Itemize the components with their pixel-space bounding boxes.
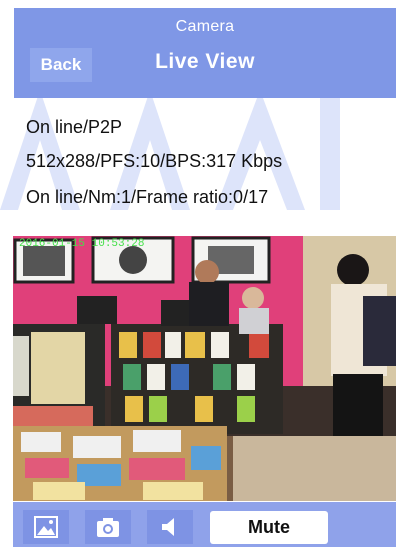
camera-icon <box>97 518 119 537</box>
app-header: Camera Back Live View <box>14 8 396 98</box>
live-video-feed[interactable]: 2016-01-15 10:53:28 <box>13 236 396 501</box>
speaker-icon <box>162 518 174 536</box>
header-subtitle: Camera <box>175 18 235 35</box>
stream-stats: 512x288/PFS:10/BPS:317 Kbps <box>26 151 283 171</box>
video-frame <box>13 236 396 501</box>
mute-button[interactable]: Mute <box>210 511 328 544</box>
snapshot-button[interactable] <box>85 510 131 544</box>
audio-button[interactable] <box>147 510 193 544</box>
frame-ratio-status: On line/Nm:1/Frame ratio:0/17 <box>26 187 269 207</box>
video-timestamp: 2016-01-15 10:53:28 <box>19 238 145 250</box>
page-title: Live View <box>155 50 255 73</box>
image-icon <box>34 516 58 538</box>
bottom-toolbar: Mute <box>13 502 396 547</box>
connection-status: On line/P2P <box>26 117 123 137</box>
gallery-button[interactable] <box>23 510 69 544</box>
